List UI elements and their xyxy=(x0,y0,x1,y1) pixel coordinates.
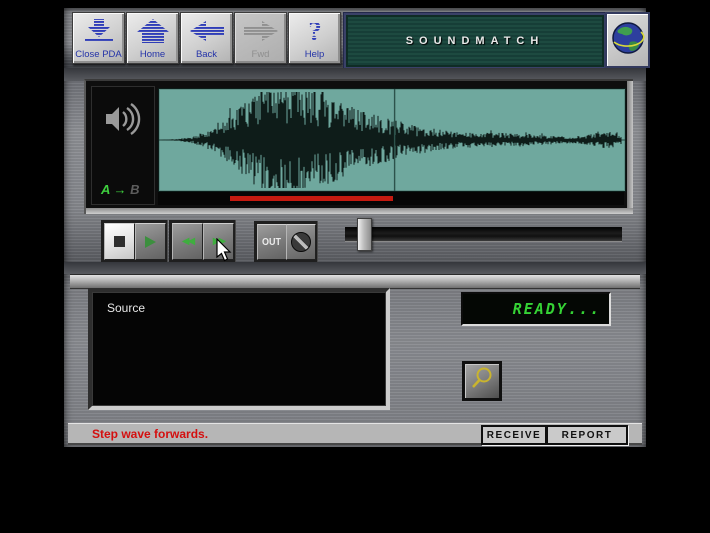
close-pda-button[interactable]: Close PDA xyxy=(72,12,125,64)
fwd-icon xyxy=(243,13,279,49)
status-lcd-text: READY... xyxy=(513,300,601,318)
wave-progress-bar xyxy=(230,196,393,201)
status-lcd: READY... xyxy=(461,292,611,326)
title-plate: SOUNDMATCH xyxy=(344,13,606,69)
back-button[interactable]: Back xyxy=(180,12,233,64)
source-screen: Source xyxy=(92,292,386,406)
waveform xyxy=(159,89,625,191)
fast-forward-icon: ▶▶ xyxy=(213,237,224,247)
in-out-knob-button[interactable] xyxy=(286,224,316,260)
transport-group-1 xyxy=(101,220,168,263)
home-button[interactable]: Home xyxy=(126,12,179,64)
step-back-button[interactable]: ◀◀ xyxy=(172,223,203,260)
fwd-label: Fwd xyxy=(252,49,270,63)
fwd-button[interactable]: Fwd xyxy=(234,12,287,64)
back-icon xyxy=(189,13,225,49)
source-frame: Source xyxy=(88,288,390,410)
pda-panel: Close PDA Home Back Fwd xyxy=(64,8,646,447)
out-button[interactable]: OUT xyxy=(257,224,287,260)
globe-icon xyxy=(610,20,646,61)
play-icon xyxy=(145,236,156,248)
out-label: OUT xyxy=(262,237,281,248)
wave-progress-track xyxy=(158,192,624,205)
slash-circle-icon xyxy=(291,232,311,252)
rewind-icon: ◀◀ xyxy=(182,237,193,247)
globe-button[interactable] xyxy=(605,12,650,68)
help-button[interactable]: ? Help xyxy=(288,12,341,64)
marker-b: B xyxy=(130,182,139,197)
marker-a: A xyxy=(101,182,110,197)
status-message: Step wave forwards. xyxy=(92,427,208,441)
help-icon: ? xyxy=(297,13,333,49)
ab-marker: A → B xyxy=(101,182,140,197)
transport-group-2: ◀◀ ▶▶ xyxy=(169,220,236,263)
page-title: SOUNDMATCH xyxy=(406,35,545,47)
divider-ridge xyxy=(70,274,640,289)
step-forward-button[interactable]: ▶▶ xyxy=(203,223,234,260)
position-slider-thumb[interactable] xyxy=(357,218,372,251)
stop-icon xyxy=(114,236,125,247)
svg-text:?: ? xyxy=(308,17,322,45)
speaker-icon xyxy=(102,99,144,148)
arrow-right-icon: → xyxy=(114,182,127,197)
status-bar: Step wave forwards. RECEIVE REPORT xyxy=(68,423,642,445)
help-label: Help xyxy=(305,49,325,63)
play-button[interactable] xyxy=(135,223,166,260)
position-slider-track[interactable] xyxy=(345,227,622,242)
wave-assembly: A → B xyxy=(84,79,633,214)
report-button[interactable]: REPORT xyxy=(547,426,627,444)
back-label: Back xyxy=(196,49,217,63)
screen: Close PDA Home Back Fwd xyxy=(0,0,710,533)
close-pda-label: Close PDA xyxy=(75,49,121,63)
home-icon xyxy=(135,13,171,49)
out-group: OUT xyxy=(254,221,318,263)
magnify-button[interactable] xyxy=(462,361,502,401)
speaker-panel: A → B xyxy=(91,86,155,205)
close-pda-icon xyxy=(81,13,117,49)
wave-cursor-line xyxy=(394,89,395,191)
home-label: Home xyxy=(140,49,165,63)
receive-button[interactable]: RECEIVE xyxy=(482,426,546,444)
assembly-bevel-bottom xyxy=(86,208,633,214)
stop-button[interactable] xyxy=(104,223,135,260)
mid-divider xyxy=(64,262,646,274)
assembly-bevel-right xyxy=(627,81,633,214)
status-bar-buttons: RECEIVE REPORT xyxy=(481,425,628,445)
magnifier-icon xyxy=(468,365,496,398)
source-label: Source xyxy=(107,301,145,315)
waveform-display[interactable] xyxy=(158,88,626,192)
